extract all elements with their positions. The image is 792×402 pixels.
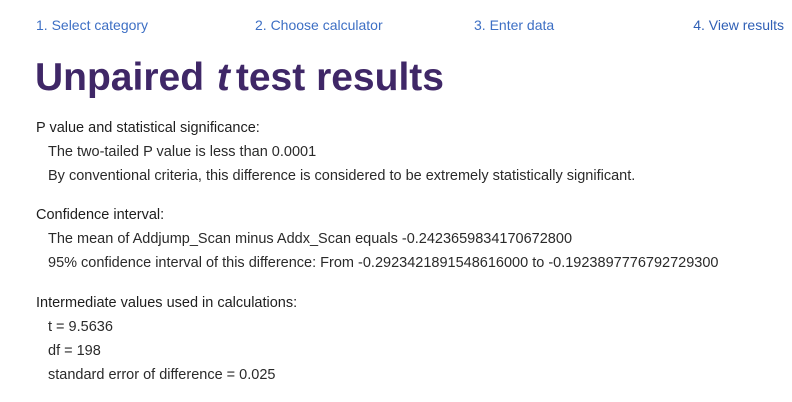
confidence-interval-heading: Confidence interval: bbox=[36, 207, 165, 223]
page-title-prefix: Unpaired bbox=[35, 56, 205, 99]
significance-heading: P value and statistical significance: bbox=[36, 120, 260, 136]
significance-section: P value and statistical significance: Th… bbox=[36, 118, 786, 190]
degrees-of-freedom-text: df = 198 bbox=[48, 343, 101, 359]
confidence-interval-section: Confidence interval: The mean of Addjump… bbox=[36, 205, 786, 277]
significance-text: By conventional criteria, this differenc… bbox=[48, 168, 636, 184]
step-enter-data-link[interactable]: 3. Enter data bbox=[474, 15, 554, 35]
p-value-text: The two-tailed P value is less than 0.00… bbox=[48, 144, 317, 160]
mean-difference-text: The mean of Addjump_Scan minus Addx_Scan… bbox=[48, 231, 573, 247]
t-statistic-text: t = 9.5636 bbox=[48, 319, 113, 335]
page-title: Unpaired t test results bbox=[35, 54, 444, 102]
intermediate-values-section: Intermediate values used in calculations… bbox=[36, 293, 786, 389]
page-title-suffix: test results bbox=[235, 56, 444, 99]
wizard-steps: 1. Select category 2. Choose calculator … bbox=[36, 15, 784, 35]
step-choose-calculator-link[interactable]: 2. Choose calculator bbox=[255, 15, 383, 35]
confidence-interval-text: 95% confidence interval of this differen… bbox=[48, 255, 719, 271]
step-view-results-link[interactable]: 4. View results bbox=[693, 15, 784, 35]
standard-error-text: standard error of difference = 0.025 bbox=[48, 367, 276, 383]
page-title-variable: t bbox=[216, 56, 230, 99]
step-select-category-link[interactable]: 1. Select category bbox=[36, 15, 148, 35]
intermediate-values-heading: Intermediate values used in calculations… bbox=[36, 295, 298, 311]
